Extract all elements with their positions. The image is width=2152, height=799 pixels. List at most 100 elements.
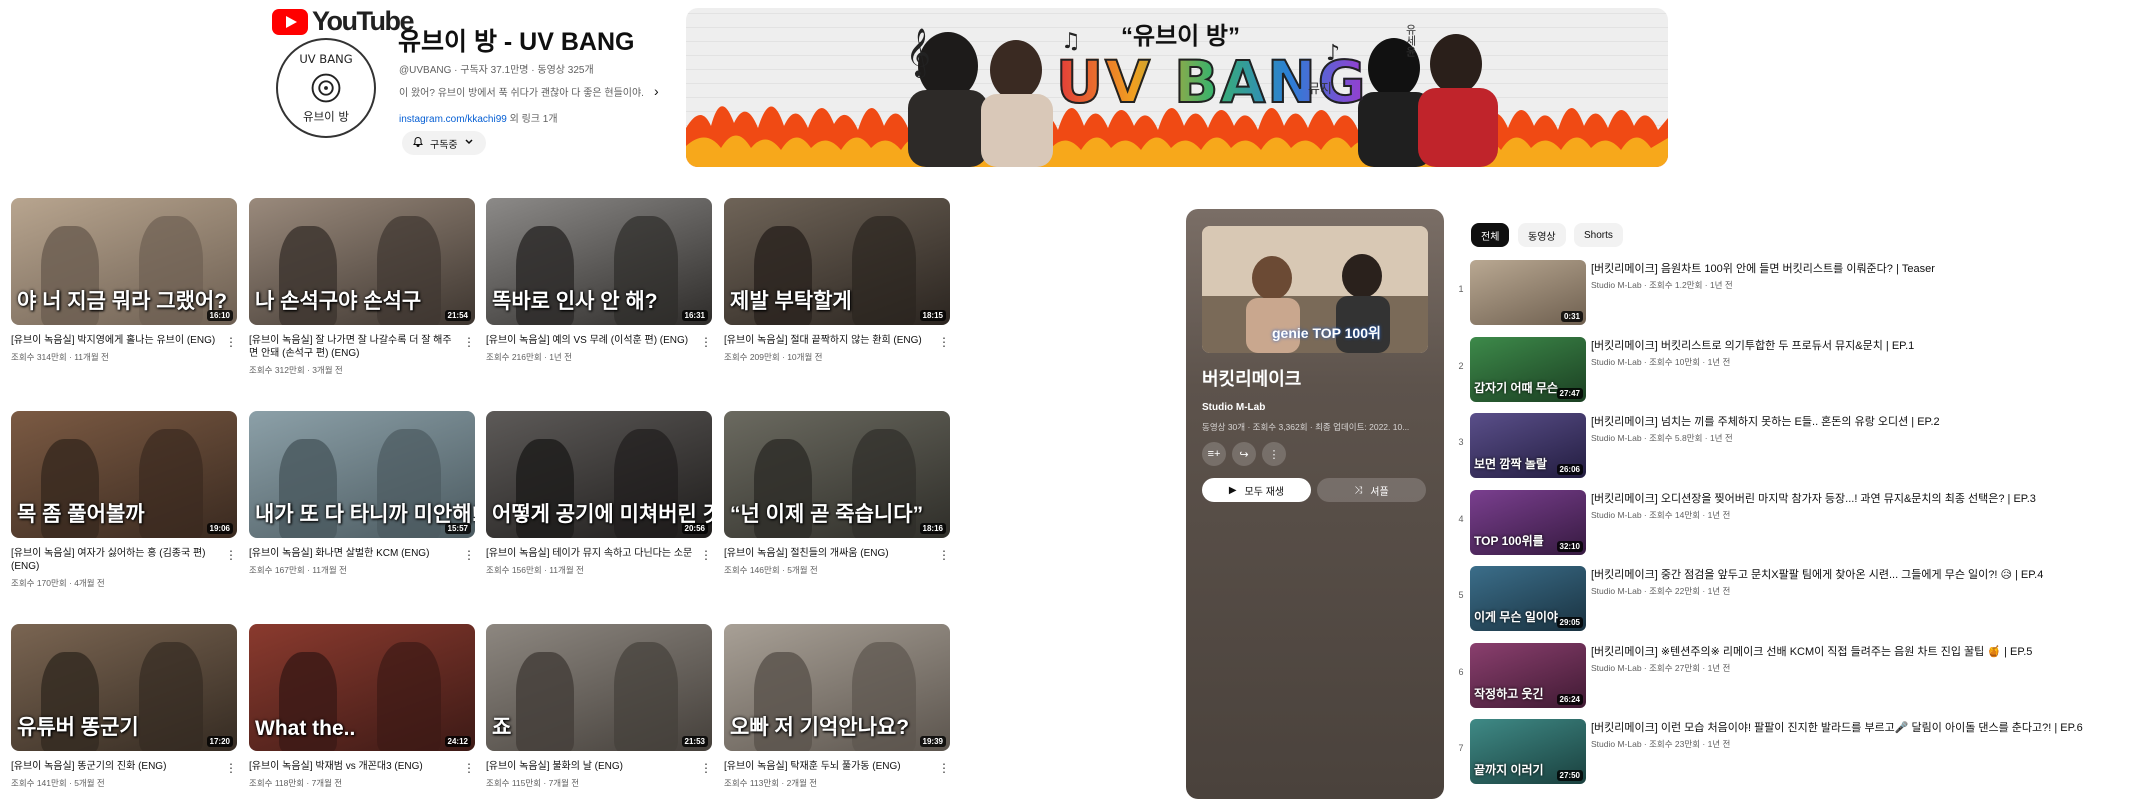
video-card[interactable]: 야 너 지금 뭐라 그랬어? 16:10 [유브이 녹음실] 박지영에게 홀나는 유… xyxy=(11,198,237,363)
video-thumbnail[interactable]: 죠 21:53 xyxy=(486,624,712,751)
video-meta: 조회수 216만회 · 1년 전 xyxy=(486,352,572,362)
add-to-queue-icon[interactable]: ≡+ xyxy=(1202,442,1226,466)
playlist-item-thumbnail[interactable]: 작정하고 웃긴 26:24 xyxy=(1470,643,1586,708)
playlist-item[interactable]: 2 갑자기 어때 무슨 27:47 [버킷리메이크] 버킷리스트로 의기투합한 두 프… xyxy=(1455,337,2145,403)
channel-description[interactable]: 이 왔어? 유브이 방에서 푹 쉬다가 괜찮아 다 좋은 현들이야. › xyxy=(399,83,659,99)
video-thumbnail[interactable]: 똑바로 인사 안 해? 16:31 xyxy=(486,198,712,325)
playlist-item-thumbnail[interactable]: TOP 100위를 32:10 xyxy=(1470,490,1586,555)
video-thumbnail[interactable]: What the.. 24:12 xyxy=(249,624,475,751)
play-all-button[interactable]: ▶ 모두 재생 xyxy=(1202,478,1311,502)
video-card[interactable]: 오빠 저 기억안나요? 19:39 [유브이 녹음실] 탁재훈 두뇌 풀가동 (EN… xyxy=(724,624,950,789)
playlist-item-title[interactable]: [버킷리메이크] 버킷리스트로 의기투합한 두 프로듀서 뮤지&문치 | EP.… xyxy=(1591,337,1914,353)
more-vert-icon[interactable]: ⋮ xyxy=(938,548,950,562)
more-vert-icon[interactable]: ⋮ xyxy=(225,548,237,562)
video-title[interactable]: [유브이 녹음실] 불화의 날 (ENG) xyxy=(486,760,712,773)
thumbnail-caption: 제발 부탁할게 xyxy=(730,290,852,313)
video-title[interactable]: [유브이 녹음실] 화나면 살벌한 KCM (ENG) xyxy=(249,547,475,560)
video-title[interactable]: [유브이 녹음실] 절대 끝짝하지 않는 환희 (ENG) xyxy=(724,334,950,347)
playlist-item-meta: Studio M-Lab · 조회수 23만회 · 1년 전 xyxy=(1591,739,1731,749)
playlist-owner[interactable]: Studio M-Lab xyxy=(1202,402,1265,413)
more-vert-icon[interactable]: ⋮ xyxy=(225,335,237,349)
shuffle-button[interactable]: ⤨ 셔플 xyxy=(1317,478,1426,502)
share-icon[interactable]: ↪ xyxy=(1232,442,1256,466)
playlist-stats: 동영상 30개 · 조회수 3,362회 · 최종 업데이트: 2022. 10… xyxy=(1202,422,1410,432)
video-title[interactable]: [유브이 녹음실] 절친들의 개싸움 (ENG) xyxy=(724,547,950,560)
playlist-item-title[interactable]: [버킷리메이크] ※텐션주의※ 리메이크 선배 KCM이 직접 들려주는 음원 … xyxy=(1591,643,2032,659)
playlist-item-thumbnail[interactable]: 보면 깜짝 놀랄 26:06 xyxy=(1470,413,1586,478)
playlist-item-title[interactable]: [버킷리메이크] 음원차트 100위 안에 들면 버킷리스트를 이뤄준다? | … xyxy=(1591,260,1935,276)
playlist-item-caption: 작정하고 웃긴 xyxy=(1474,687,1544,701)
video-meta: 조회수 156만회 · 11개월 전 xyxy=(486,565,584,575)
video-thumbnail[interactable]: 야 너 지금 뭐라 그랬어? 16:10 xyxy=(11,198,237,325)
playlist-item-duration: 26:06 xyxy=(1556,464,1583,475)
video-title[interactable]: [유브이 녹음실] 탁재훈 두뇌 풀가동 (ENG) xyxy=(724,760,950,773)
more-vert-icon[interactable]: ⋮ xyxy=(463,548,475,562)
more-vert-icon[interactable]: ⋮ xyxy=(700,335,712,349)
playlist-thumbnail[interactable]: genie TOP 100위 xyxy=(1202,226,1428,353)
playlist-item-index: 3 xyxy=(1458,437,1464,447)
video-thumbnail[interactable]: 목 좀 풀어볼까 19:06 xyxy=(11,411,237,538)
youtube-play-icon xyxy=(272,8,308,35)
video-title[interactable]: [유브이 녹음실] 똥군기의 진화 (ENG) xyxy=(11,760,237,773)
playlist-item[interactable]: 6 작정하고 웃긴 26:24 [버킷리메이크] ※텐션주의※ 리메이크 선배 KCM… xyxy=(1455,643,2145,709)
video-thumbnail[interactable]: “넌 이제 곧 죽습니다” 18:16 xyxy=(724,411,950,538)
instagram-link[interactable]: instagram.com/kkachi99 xyxy=(399,114,507,125)
playlist-item-title[interactable]: [버킷리메이크] 중간 점검을 앞두고 문치X팔팔 팀에게 찾아온 시련... … xyxy=(1591,566,2043,582)
thumbnail-caption: 나 손석구야 손석구 xyxy=(255,290,422,313)
video-thumbnail[interactable]: 나 손석구야 손석구 21:54 xyxy=(249,198,475,325)
chevron-down-icon xyxy=(464,137,474,150)
more-vert-icon[interactable]: ⋮ xyxy=(225,761,237,775)
video-thumbnail[interactable]: 오빠 저 기억안나요? 19:39 xyxy=(724,624,950,751)
playlist-item-duration: 27:50 xyxy=(1556,770,1583,781)
video-card[interactable]: 유튜버 똥군기 17:20 [유브이 녹음실] 똥군기의 진화 (ENG) 조회수 1… xyxy=(11,624,237,789)
video-thumbnail[interactable]: 내가 또 다 타니까 미안해! 15:57 xyxy=(249,411,475,538)
video-title[interactable]: [유브이 녹음실] 잘 나가면 잘 나갈수록 더 잘 해주면 안돼 (손석구 편… xyxy=(249,334,475,360)
video-thumbnail[interactable]: 제발 부탁할게 18:15 xyxy=(724,198,950,325)
playlist-item[interactable]: 3 보면 깜짝 놀랄 26:06 [버킷리메이크] 넘치는 끼를 주체하지 못하는 E… xyxy=(1455,413,2145,479)
video-card[interactable]: “넌 이제 곧 죽습니다” 18:16 [유브이 녹음실] 절친들의 개싸움 (EN… xyxy=(724,411,950,576)
video-card[interactable]: 어떻게 공기에 미쳐버린 것 같아20:56 [유브이 녹음실] 테이가 뮤지 속… xyxy=(486,411,712,576)
video-thumbnail[interactable]: 유튜버 똥군기 17:20 xyxy=(11,624,237,751)
video-card[interactable]: 죠 21:53 [유브이 녹음실] 불화의 날 (ENG) 조회수 115만회 · 7… xyxy=(486,624,712,789)
playlist-item-thumbnail[interactable]: 끝까지 이러기 27:50 xyxy=(1470,719,1586,784)
subscribed-label: 구독중 xyxy=(430,139,458,151)
chip-all[interactable]: 전체 xyxy=(1471,223,1510,247)
video-title[interactable]: [유브이 녹음실] 여자가 싫어하는 홍 (김종국 편) (ENG) xyxy=(11,547,237,573)
video-card[interactable]: 목 좀 풀어볼까 19:06 [유브이 녹음실] 여자가 싫어하는 홍 (김종국 편… xyxy=(11,411,237,589)
chevron-right-icon: › xyxy=(653,83,659,99)
playlist-item-thumbnail[interactable]: 갑자기 어때 무슨 27:47 xyxy=(1470,337,1586,402)
more-vert-icon[interactable]: ⋮ xyxy=(938,335,950,349)
video-title[interactable]: [유브이 녹음실] 박재범 vs 개꼰대3 (ENG) xyxy=(249,760,475,773)
video-card[interactable]: 제발 부탁할게 18:15 [유브이 녹음실] 절대 끝짝하지 않는 환희 (ENG… xyxy=(724,198,950,363)
playlist-item[interactable]: 7 끝까지 이러기 27:50 [버킷리메이크] 이런 모습 처음이야! 팔팔이 진지… xyxy=(1455,719,2145,785)
playlist-item[interactable]: 4 TOP 100위를 32:10 [버킷리메이크] 오디션장을 찢어버린 마지막 참… xyxy=(1455,490,2145,556)
subscribed-button[interactable]: 구독중 xyxy=(402,131,486,155)
more-vert-icon[interactable]: ⋮ xyxy=(1262,442,1286,466)
video-thumbnail[interactable]: 어떻게 공기에 미쳐버린 것 같아20:56 xyxy=(486,411,712,538)
channel-avatar[interactable]: UV BANG 유브이 방 xyxy=(276,38,376,138)
video-card[interactable]: 나 손석구야 손석구 21:54 [유브이 녹음실] 잘 나가면 잘 나갈수록 더 … xyxy=(249,198,475,376)
playlist-item-title[interactable]: [버킷리메이크] 넘치는 끼를 주체하지 못하는 E들.. 혼돈의 유랑 오디션… xyxy=(1591,413,1940,429)
chip-videos[interactable]: 동영상 xyxy=(1518,223,1566,247)
more-links-text[interactable]: 외 링크 1개 xyxy=(507,114,558,125)
more-vert-icon[interactable]: ⋮ xyxy=(938,761,950,775)
playlist-item-title[interactable]: [버킷리메이크] 이런 모습 처음이야! 팔팔이 진지한 발라드를 부르고🎤 달… xyxy=(1591,719,2083,735)
youtube-logo[interactable]: YouTube xyxy=(272,6,414,37)
playlist-item-thumbnail[interactable]: 이게 무슨 일이야 29:05 xyxy=(1470,566,1586,631)
more-vert-icon[interactable]: ⋮ xyxy=(700,761,712,775)
video-card[interactable]: What the.. 24:12 [유브이 녹음실] 박재범 vs 개꼰대3 (EN… xyxy=(249,624,475,789)
avatar-logo-icon: UV BANG 유브이 방 xyxy=(299,52,352,124)
video-card[interactable]: 내가 또 다 타니까 미안해! 15:57 [유브이 녹음실] 화나면 살벌한 KC… xyxy=(249,411,475,576)
playlist-item[interactable]: 5 이게 무슨 일이야 29:05 [버킷리메이크] 중간 점검을 앞두고 문치X팔팔… xyxy=(1455,566,2145,632)
playlist-item-thumbnail[interactable]: 0:31 xyxy=(1470,260,1586,325)
video-title[interactable]: [유브이 녹음실] 테이가 뮤지 속하고 다닌다는 소문 xyxy=(486,547,712,560)
video-title[interactable]: [유브이 녹음실] 박지영에게 홀나는 유브이 (ENG) xyxy=(11,334,237,347)
more-vert-icon[interactable]: ⋮ xyxy=(463,335,475,349)
playlist-item-title[interactable]: [버킷리메이크] 오디션장을 찢어버린 마지막 참가자 등장...! 과연 뮤지… xyxy=(1591,490,2036,506)
chip-shorts[interactable]: Shorts xyxy=(1574,223,1623,247)
playlist-item[interactable]: 1 0:31 [버킷리메이크] 음원차트 100위 안에 들면 버킷리스트를 이뤄준… xyxy=(1455,260,2145,326)
video-card[interactable]: 똑바로 인사 안 해? 16:31 [유브이 녹음실] 예의 VS 무례 (이석훈 … xyxy=(486,198,712,363)
more-vert-icon[interactable]: ⋮ xyxy=(700,548,712,562)
video-title[interactable]: [유브이 녹음실] 예의 VS 무례 (이석훈 편) (ENG) xyxy=(486,334,712,347)
more-vert-icon[interactable]: ⋮ xyxy=(463,761,475,775)
